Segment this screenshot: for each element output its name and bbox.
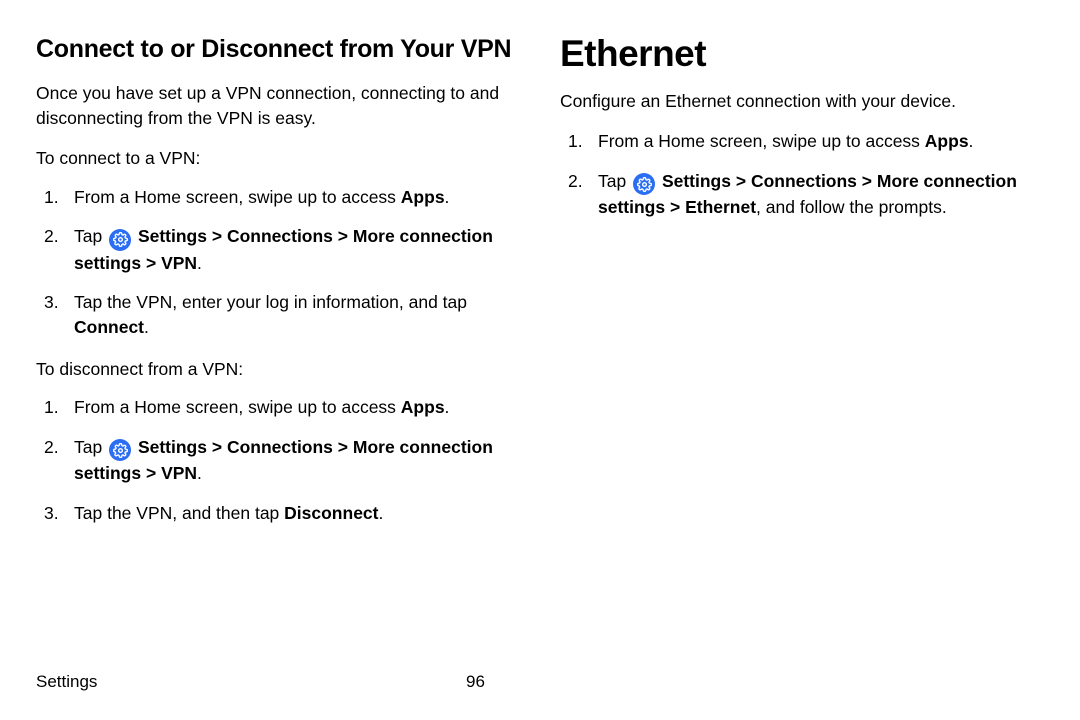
settings-icon (109, 229, 131, 251)
connect-step-1: From a Home screen, swipe up to access A… (36, 185, 520, 210)
connect-steps: From a Home screen, swipe up to access A… (36, 185, 520, 341)
disconnect-step-2: Tap Settings > Connections > More connec… (36, 435, 520, 487)
disconnect-steps: From a Home screen, swipe up to access A… (36, 395, 520, 526)
settings-icon (109, 439, 131, 461)
left-column: Connect to or Disconnect from Your VPN O… (36, 34, 520, 664)
connect-step-2: Tap Settings > Connections > More connec… (36, 224, 520, 276)
footer-page-number: 96 (466, 672, 485, 692)
connect-label: To connect to a VPN: (36, 146, 520, 171)
disconnect-step-3: Tap the VPN, and then tap Disconnect. (36, 501, 520, 526)
right-column: Ethernet Configure an Ethernet connectio… (560, 34, 1044, 664)
content-columns: Connect to or Disconnect from Your VPN O… (36, 34, 1044, 664)
disconnect-label: To disconnect from a VPN: (36, 357, 520, 382)
ethernet-steps: From a Home screen, swipe up to access A… (560, 129, 1044, 220)
vpn-heading: Connect to or Disconnect from Your VPN (36, 34, 520, 65)
ethernet-intro: Configure an Ethernet connection with yo… (560, 89, 1044, 114)
ethernet-heading: Ethernet (560, 34, 1044, 75)
page-footer: Settings 96 (36, 672, 1044, 692)
settings-icon (633, 173, 655, 195)
ethernet-step-2: Tap Settings > Connections > More connec… (560, 169, 1044, 221)
vpn-intro: Once you have set up a VPN connection, c… (36, 81, 520, 130)
footer-section: Settings (36, 672, 466, 692)
disconnect-step-1: From a Home screen, swipe up to access A… (36, 395, 520, 420)
connect-step-3: Tap the VPN, enter your log in informati… (36, 290, 520, 341)
ethernet-step-1: From a Home screen, swipe up to access A… (560, 129, 1044, 154)
